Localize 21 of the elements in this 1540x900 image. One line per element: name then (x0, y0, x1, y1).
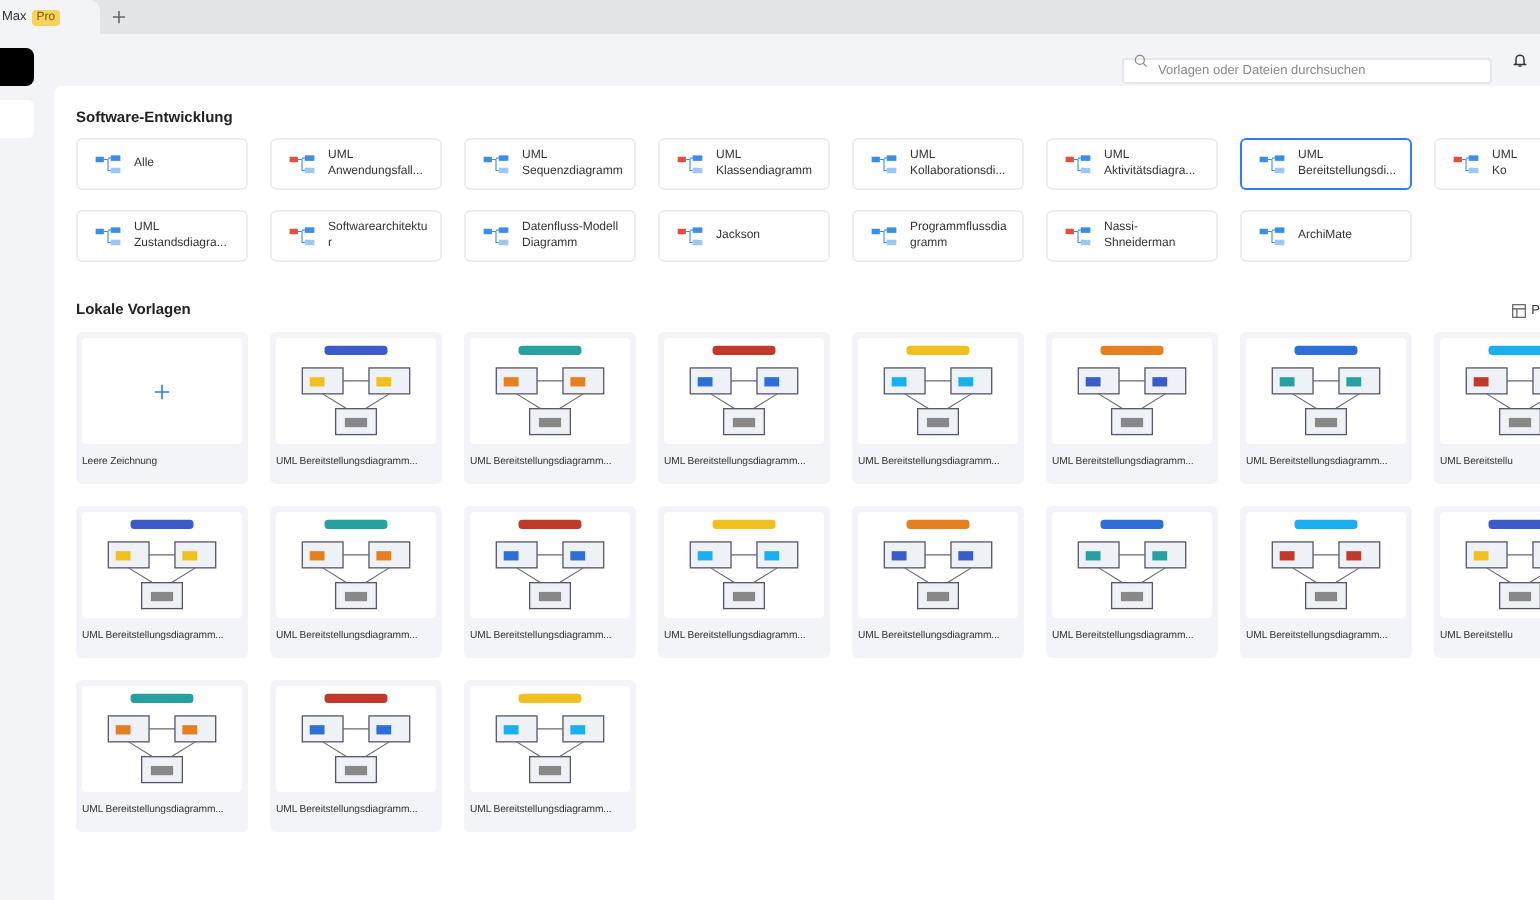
diagram-icon (1064, 153, 1092, 175)
plus-icon (154, 383, 170, 399)
diagram-icon (870, 225, 898, 247)
diagram-icon (676, 153, 704, 175)
diagram-icon (676, 225, 704, 247)
diagram-icon (1064, 225, 1092, 247)
diagram-icon (288, 225, 316, 247)
layout-icon (1511, 303, 1526, 317)
add-tab-icon[interactable] (112, 10, 126, 24)
diagram-icon (482, 225, 510, 247)
diagram-icon (1258, 153, 1286, 175)
diagram-icon (1452, 153, 1480, 175)
diagram-icon (1258, 225, 1286, 247)
sidebar-button[interactable] (0, 48, 34, 86)
diagram-icon (870, 153, 898, 175)
diagram-icon (94, 225, 122, 247)
diagram-icon (288, 153, 316, 175)
diagram-icon (482, 153, 510, 175)
diagram-icon (94, 153, 122, 175)
search-icon (1134, 53, 1148, 67)
bell-icon[interactable] (1512, 52, 1528, 68)
